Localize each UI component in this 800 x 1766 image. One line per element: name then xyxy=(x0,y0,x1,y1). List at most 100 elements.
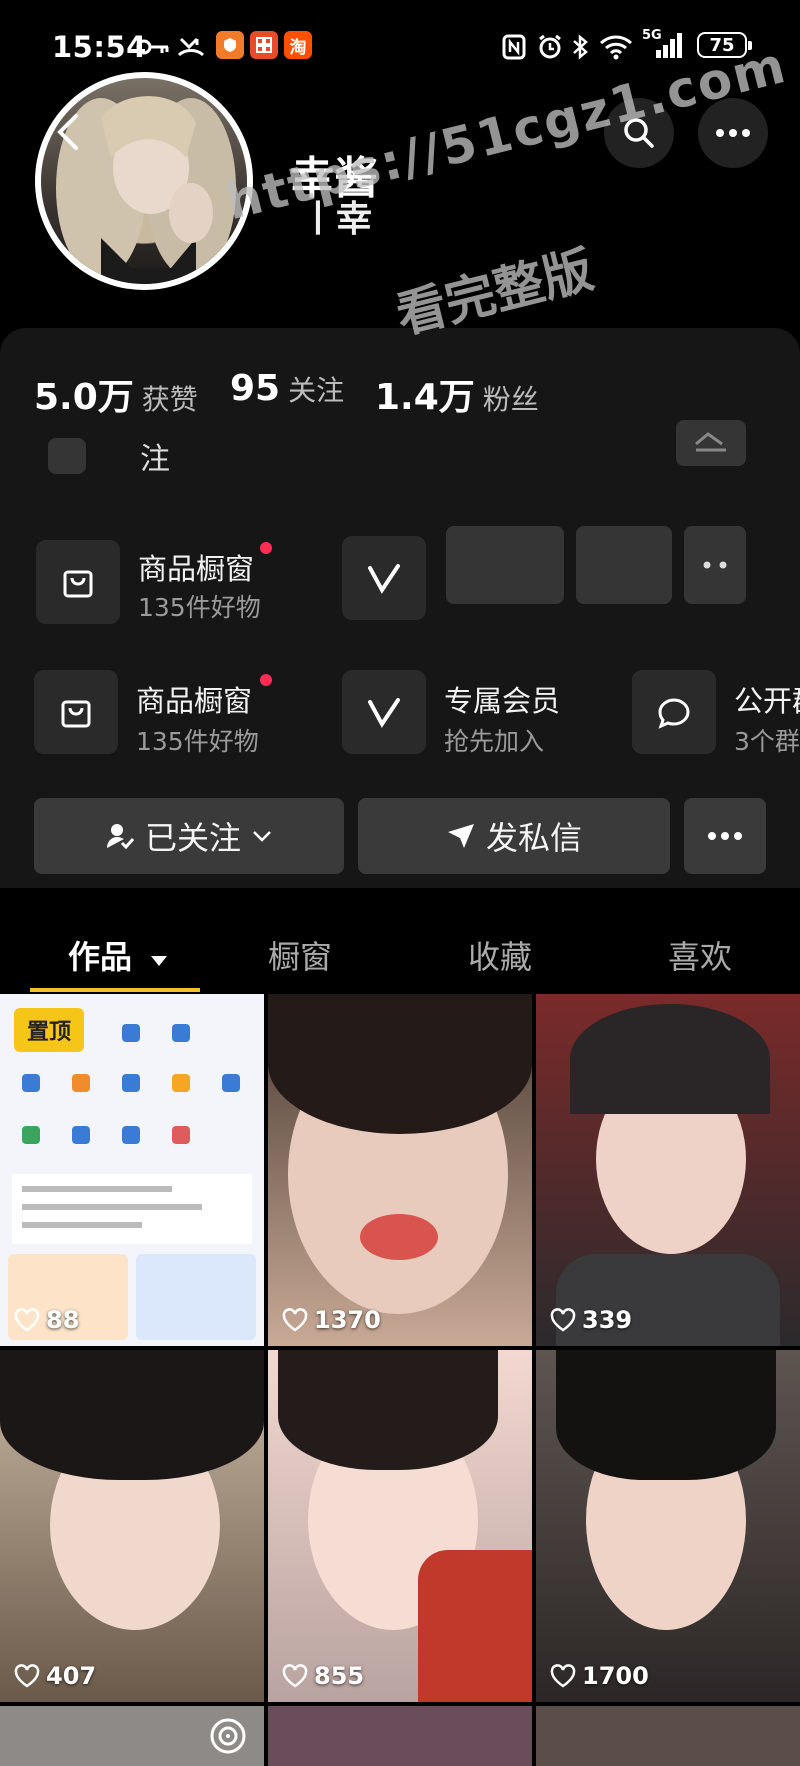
video-tile[interactable] xyxy=(0,1706,264,1766)
tab-works[interactable]: 作品 xyxy=(68,932,169,978)
back-arrow-icon[interactable] xyxy=(52,112,82,152)
like-count: 88 xyxy=(14,1306,79,1334)
notification-dot xyxy=(260,674,272,686)
video-tile[interactable] xyxy=(268,1706,532,1766)
redacted-feature xyxy=(576,526,672,604)
stat-following[interactable]: 95 关注 xyxy=(230,368,344,409)
network-type-label: 5G xyxy=(642,28,662,43)
bluetooth-icon xyxy=(570,34,590,60)
feature-group-subtitle: 3个群 xyxy=(734,727,800,756)
followed-button-label: 已关注 xyxy=(144,819,241,857)
send-icon xyxy=(447,824,474,848)
thumbnail-hair xyxy=(556,1350,776,1480)
like-count: 855 xyxy=(282,1662,364,1690)
notification-dot xyxy=(260,542,272,554)
like-count-value: 1370 xyxy=(314,1306,381,1334)
like-count: 1700 xyxy=(550,1662,649,1690)
missed-call-icon xyxy=(176,34,206,60)
feature-group-sub-clip: 3个群 xyxy=(734,722,800,758)
vip-icon[interactable] xyxy=(342,536,426,620)
thumbnail-hair xyxy=(0,1350,264,1480)
redacted-feature xyxy=(446,526,564,604)
thumbnail-hair xyxy=(570,1004,770,1114)
like-count-value: 407 xyxy=(46,1662,97,1690)
message-button[interactable]: 发私信 xyxy=(358,798,670,874)
bio-edit-icon[interactable] xyxy=(676,420,746,466)
tab-favorites[interactable]: 收藏 xyxy=(468,932,532,978)
app-shield-icon xyxy=(216,31,244,59)
feature-shop-title[interactable]: 商品橱窗 xyxy=(136,678,252,720)
shop-window-icon[interactable] xyxy=(36,540,120,624)
video-tile[interactable]: 1370 xyxy=(268,994,532,1346)
heart-icon xyxy=(550,1308,576,1332)
bio-text: 注 xyxy=(140,442,170,477)
like-count-value: 88 xyxy=(46,1306,80,1334)
thumbnail-sleeve xyxy=(418,1550,532,1702)
stat-likes[interactable]: 5.0万 获赞 xyxy=(34,368,198,420)
like-count-value: 855 xyxy=(314,1662,365,1690)
alarm-icon xyxy=(536,34,564,60)
live-ring-icon xyxy=(210,1718,246,1754)
user-check-icon xyxy=(106,824,135,850)
followed-button[interactable]: 已关注 xyxy=(34,798,344,874)
video-tile[interactable]: 407 xyxy=(0,1350,264,1702)
feature-shop-subtitle: 135件好物 xyxy=(136,727,259,756)
stat-following-label: 关注 xyxy=(288,374,345,407)
promo-card xyxy=(136,1254,256,1340)
stat-followers-value: 1.4万 xyxy=(375,377,475,418)
like-count: 407 xyxy=(14,1662,96,1690)
feature-group-title[interactable]: 公开群 xyxy=(734,684,800,718)
vip-icon[interactable] xyxy=(342,670,426,754)
video-tile[interactable]: 855 xyxy=(268,1350,532,1702)
key-icon xyxy=(136,34,170,60)
caret-down-icon xyxy=(151,956,168,966)
feature-member-title[interactable]: 专属会员 xyxy=(444,678,560,720)
stat-followers[interactable]: 1.4万 粉丝 xyxy=(375,368,539,420)
bio-redacted xyxy=(48,438,86,474)
stat-followers-label: 粉丝 xyxy=(482,383,539,416)
video-tile[interactable]: 339 xyxy=(536,994,800,1346)
profile-avatar[interactable] xyxy=(35,72,253,290)
status-time: 15:54 xyxy=(52,30,147,64)
wifi-icon xyxy=(598,34,634,60)
video-tile[interactable]: 置顶 88 xyxy=(0,994,264,1346)
nfc-icon xyxy=(500,34,528,60)
group-chat-icon[interactable] xyxy=(632,670,716,754)
heart-icon xyxy=(14,1664,40,1688)
like-count: 1370 xyxy=(282,1306,381,1334)
tab-works-label: 作品 xyxy=(68,938,133,976)
heart-icon xyxy=(282,1308,308,1332)
active-tab-indicator xyxy=(30,988,200,992)
heart-icon xyxy=(282,1664,308,1688)
more-dots-icon xyxy=(716,129,750,137)
video-tile[interactable]: 1700 xyxy=(536,1350,800,1702)
stat-likes-value: 5.0万 xyxy=(34,377,134,418)
feature-shop-title[interactable]: 商品橱窗 xyxy=(138,546,254,588)
chevron-down-icon xyxy=(253,831,271,842)
more-actions-button[interactable] xyxy=(684,798,766,874)
thumbnail-lips xyxy=(360,1214,438,1260)
heart-icon xyxy=(14,1308,40,1332)
like-count-value: 339 xyxy=(582,1306,633,1334)
thumbnail-hair xyxy=(268,994,532,1134)
heart-icon xyxy=(550,1664,576,1688)
tab-showcase[interactable]: 橱窗 xyxy=(268,932,332,978)
stat-likes-label: 获赞 xyxy=(141,383,198,416)
thumbnail-hair xyxy=(278,1350,498,1470)
feature-member-subtitle: 抢先加入 xyxy=(444,727,545,756)
like-count: 339 xyxy=(550,1306,632,1334)
app-grid-icon xyxy=(250,31,278,59)
message-button-label: 发私信 xyxy=(485,819,582,857)
like-count-value: 1700 xyxy=(582,1662,649,1690)
pinned-badge: 置顶 xyxy=(14,1008,84,1052)
feature-group-clip: 公开群 xyxy=(734,678,800,720)
stat-following-value: 95 xyxy=(230,368,281,409)
more-dots-icon xyxy=(708,832,742,840)
video-tile[interactable] xyxy=(536,1706,800,1766)
taobao-app-icon: 淘 xyxy=(284,31,312,59)
tab-likes[interactable]: 喜欢 xyxy=(668,932,732,978)
feature-shop-subtitle: 135件好物 xyxy=(138,593,261,622)
feature-more-button[interactable] xyxy=(684,526,746,604)
cellular-signal-icon: 5G xyxy=(642,28,686,60)
shop-window-icon[interactable] xyxy=(34,670,118,754)
